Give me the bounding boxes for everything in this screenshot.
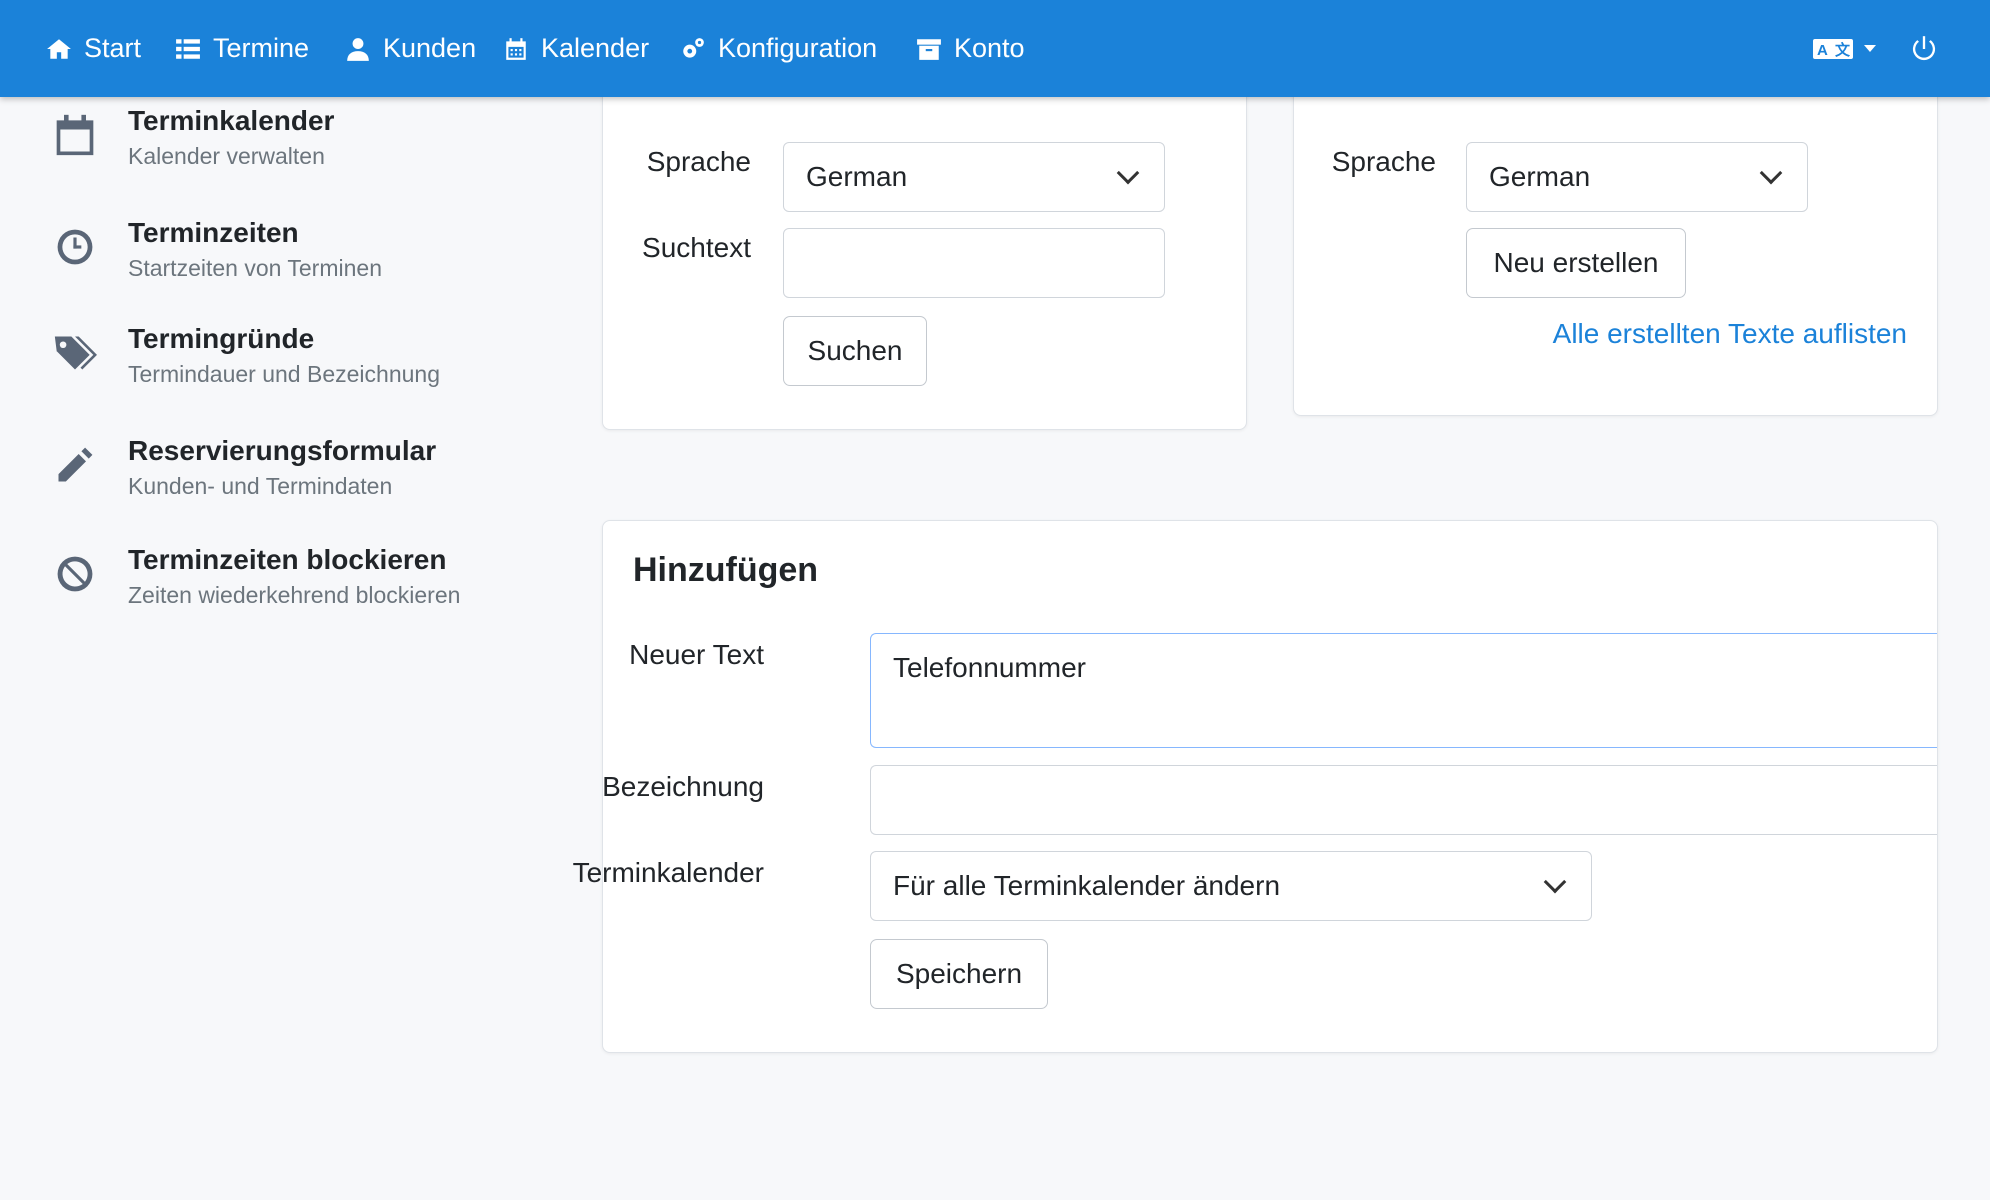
nav-kunden[interactable]: Kunden (345, 0, 476, 97)
tags-icon (50, 323, 100, 383)
home-icon (47, 38, 71, 59)
create-card: Sprache German Neu erstellen Alle erstel… (1293, 60, 1938, 416)
add-card-title: Hinzufügen (633, 551, 819, 589)
language-select[interactable]: German (1466, 142, 1808, 212)
sidebar-item-title: Terminzeiten (128, 217, 299, 248)
power-icon (1912, 35, 1936, 60)
search-button[interactable]: Suchen (783, 316, 927, 386)
sidebar-item-subtitle: Zeiten wiederkehrend blockieren (128, 582, 461, 608)
calendar-icon (50, 105, 100, 165)
archive-icon (917, 38, 941, 60)
sidebar-item-title: Terminzeiten blockieren (128, 544, 447, 575)
sidebar-item-subtitle: Kalender verwalten (128, 143, 325, 169)
nav-termine-label: Termine (213, 33, 310, 63)
sidebar-item-subtitle: Termindauer und Bezeichnung (128, 361, 440, 387)
language-label: Sprache (646, 146, 751, 177)
sidebar-item-terminzeiten-blockieren[interactable]: Terminzeiten blockieren Zeiten wiederkeh… (50, 544, 570, 624)
top-navbar: Start Termine Kunden Kalender Konfigurat… (0, 0, 1990, 97)
sidebar-item-title: Terminkalender (128, 105, 335, 136)
create-button[interactable]: Neu erstellen (1466, 228, 1686, 298)
chevron-down-icon (1116, 161, 1140, 185)
cogs-icon (683, 37, 704, 58)
new-text-label: Neuer Text (629, 639, 764, 670)
save-button[interactable]: Speichern (870, 939, 1048, 1009)
calendar-select[interactable]: Für alle Terminkalender ändern (870, 851, 1592, 921)
nav-konto-label: Konto (954, 33, 1025, 63)
language-dropdown[interactable]: A文 (1812, 0, 1876, 97)
clock-icon (50, 217, 100, 277)
sidebar-item-title: Reservierungsformular (128, 435, 437, 466)
nav-start-label: Start (84, 33, 142, 63)
nav-konfiguration-label: Konfiguration (718, 33, 878, 63)
sidebar-item-subtitle: Startzeiten von Terminen (128, 255, 382, 281)
nav-kalender[interactable]: Kalender (503, 0, 649, 97)
list-texts-link[interactable]: Alle erstellten Texte auflisten (1553, 318, 1907, 350)
chevron-down-icon (1759, 161, 1783, 185)
sidebar-item-terminzeiten[interactable]: Terminzeiten Startzeiten von Terminen (50, 217, 570, 297)
svg-text:A: A (1817, 42, 1828, 59)
nav-start[interactable]: Start (46, 0, 141, 97)
add-card: Hinzufügen Neuer Text Telefonnummer Beze… (573, 520, 1938, 1053)
user-icon (347, 37, 369, 61)
language-select-value: German (1489, 161, 1591, 192)
sidebar-item-title: Termingründe (128, 323, 315, 354)
new-text-textarea[interactable]: Telefonnummer (870, 633, 1937, 748)
nav-kalender-label: Kalender (541, 33, 650, 63)
nav-konto[interactable]: Konto (916, 0, 1025, 97)
chevron-down-icon (1864, 45, 1876, 52)
sidebar-item-terminkalender[interactable]: Terminkalender Kalender verwalten (50, 105, 570, 185)
language-select[interactable]: German (783, 142, 1165, 212)
logout-button[interactable] (1910, 0, 1938, 97)
sidebar-item-termingruende[interactable]: Termingründe Termindauer und Bezeichnung (50, 323, 570, 403)
svg-text:文: 文 (1835, 41, 1851, 59)
sidebar-item-reservierungsformular[interactable]: Reservierungsformular Kunden- und Termin… (50, 435, 570, 515)
nav-konfiguration[interactable]: Konfiguration (680, 0, 877, 97)
pencil-icon (50, 435, 100, 495)
calendar-select-value: Für alle Terminkalender ändern (893, 870, 1281, 901)
language-label: Sprache (1331, 146, 1436, 177)
search-label: Suchtext (642, 232, 751, 263)
nav-termine[interactable]: Termine (175, 0, 309, 97)
list-icon (176, 38, 200, 59)
search-input[interactable] (783, 228, 1165, 298)
calendar-label: Terminkalender (572, 857, 764, 888)
calendar-icon (506, 37, 526, 60)
language-icon: A文 (1813, 38, 1853, 59)
search-card: Sprache German Suchtext Suchen (602, 60, 1247, 430)
sidebar-item-subtitle: Kunden- und Termindaten (128, 473, 393, 499)
nav-kunden-label: Kunden (383, 33, 477, 63)
chevron-down-icon (1543, 870, 1567, 894)
name-input[interactable] (870, 765, 1937, 835)
name-label: Bezeichnung (602, 771, 764, 802)
language-select-value: German (806, 161, 908, 192)
ban-icon (50, 544, 100, 604)
